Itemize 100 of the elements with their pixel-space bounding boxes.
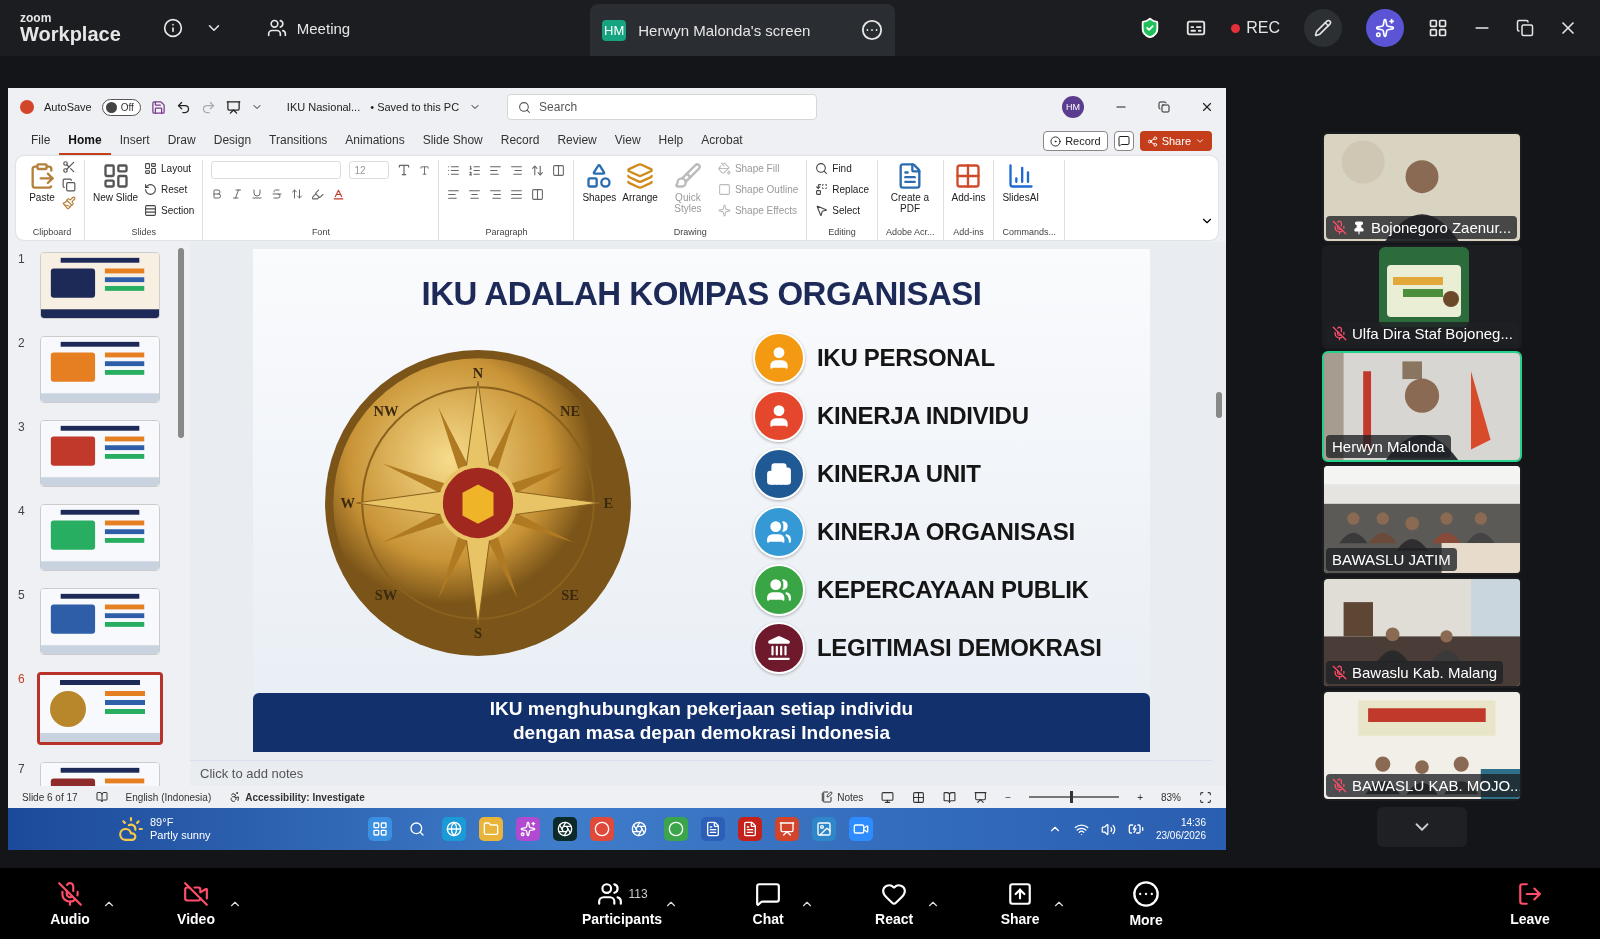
ribbon-button[interactable]: Reset <box>144 181 195 198</box>
columns-icon[interactable] <box>552 163 566 177</box>
video-tile[interactable]: BAWASLU KAB. MOJO... <box>1322 690 1522 801</box>
fit-icon[interactable] <box>1199 790 1212 804</box>
taskbar-app[interactable] <box>701 817 725 841</box>
layout-icon[interactable] <box>1428 18 1448 38</box>
video-tile[interactable]: BAWASLU JATIM <box>1322 464 1522 575</box>
scrollbar-thumb[interactable] <box>178 248 184 438</box>
comments-button[interactable] <box>1113 131 1134 151</box>
font-color-icon[interactable] <box>332 187 346 201</box>
copy-icon[interactable] <box>62 178 76 192</box>
restore-icon[interactable] <box>1516 19 1534 37</box>
ribbon-button[interactable]: Section <box>144 202 195 219</box>
bullets-icon[interactable] <box>447 163 461 177</box>
ribbon-button[interactable]: Select <box>815 202 869 219</box>
underline-icon[interactable] <box>251 188 264 200</box>
columns-icon[interactable] <box>531 187 545 201</box>
presentation-icon[interactable] <box>225 99 241 115</box>
restore-icon[interactable] <box>1158 101 1170 113</box>
font-grow-icon[interactable] <box>397 163 412 177</box>
align-right-icon[interactable] <box>489 187 503 201</box>
menu-tab[interactable]: Record <box>491 127 549 155</box>
normal-view-icon[interactable] <box>881 790 895 804</box>
menu-tab[interactable]: Animations <box>336 127 414 155</box>
notes-button[interactable]: Notes <box>821 791 864 803</box>
numbering-icon[interactable] <box>468 163 482 177</box>
recording-indicator[interactable]: REC <box>1231 19 1280 37</box>
book-icon[interactable] <box>95 791 108 803</box>
weather-widget[interactable]: 89°F Partly sunny <box>118 815 368 843</box>
meeting-button[interactable]: Meeting <box>266 18 351 38</box>
annotate-button[interactable] <box>1304 9 1342 47</box>
scissors-icon[interactable] <box>62 160 76 174</box>
toolbar-button[interactable]: 113 Participants <box>582 880 663 927</box>
ai-companion-button[interactable] <box>1366 9 1404 47</box>
toolbar-button[interactable]: Audio <box>40 880 100 927</box>
toolbar-button[interactable]: Share <box>990 880 1051 927</box>
zoom-in-button[interactable]: + <box>1137 791 1143 803</box>
font-name-field[interactable] <box>211 161 342 179</box>
highlighter-icon[interactable] <box>311 187 325 201</box>
menu-tab[interactable]: File <box>22 127 60 155</box>
menu-tab[interactable]: View <box>605 127 650 155</box>
strikethrough-icon[interactable] <box>271 188 284 200</box>
battery-icon[interactable] <box>1127 821 1144 837</box>
bold-icon[interactable] <box>211 188 224 200</box>
wifi-icon[interactable] <box>1073 821 1089 837</box>
video-tile[interactable]: Bojonegoro Zaenur... <box>1322 132 1522 243</box>
menu-tab[interactable]: Insert <box>110 127 159 155</box>
indent-icon[interactable] <box>510 163 524 177</box>
notes-placeholder[interactable]: Click to add notes <box>190 760 1212 786</box>
toolbar-button[interactable]: React <box>864 880 925 927</box>
align-left-icon[interactable] <box>447 187 461 201</box>
autosave-toggle[interactable]: Off <box>101 98 141 116</box>
toolbar-button[interactable]: Video <box>166 880 226 927</box>
undo-icon[interactable] <box>175 99 191 115</box>
video-tile[interactable]: Ulfa Dira Staf Bojoneg... <box>1322 245 1522 349</box>
menu-tab[interactable]: Design <box>204 127 261 155</box>
slide-thumbnail[interactable] <box>37 672 163 745</box>
language-label[interactable]: English (Indonesia) <box>125 791 212 803</box>
save-icon[interactable] <box>150 99 166 115</box>
toolbar-button[interactable]: More <box>1116 879 1177 928</box>
ribbon-button[interactable]: New Slide <box>93 160 139 203</box>
align-center-icon[interactable] <box>468 187 482 201</box>
ribbon-button[interactable]: Layout <box>144 160 195 177</box>
menu-tab[interactable]: Acrobat <box>692 127 752 155</box>
zoom-out-button[interactable]: − <box>1005 791 1012 803</box>
italic-icon[interactable] <box>231 188 244 200</box>
clock[interactable]: 14:36 23/06/2026 <box>1155 816 1206 842</box>
video-tile[interactable]: Herwyn Malonda <box>1322 351 1522 462</box>
speaker-icon[interactable] <box>1100 821 1116 837</box>
ribbon-button[interactable]: Replace <box>815 181 869 198</box>
scrollbar-thumb[interactable] <box>1216 392 1222 418</box>
indent-icon[interactable] <box>489 163 503 177</box>
slideshow-icon[interactable] <box>974 790 988 804</box>
toolbar-button[interactable]: Leave <box>1500 880 1560 927</box>
line-spacing-icon[interactable] <box>531 163 545 177</box>
ribbon-button[interactable]: Paste <box>28 160 56 203</box>
menu-tab[interactable]: Slide Show <box>413 127 492 155</box>
share-tab[interactable]: HM Herwyn Malonda's screen <box>590 4 895 56</box>
font-shrink-icon[interactable] <box>419 164 431 176</box>
accessibility-button[interactable]: Accessibility: Investigate <box>229 791 365 803</box>
menu-tab[interactable]: Draw <box>158 127 205 155</box>
ribbon-button[interactable]: Arrange <box>622 160 658 203</box>
record-button[interactable]: Record <box>1043 131 1108 151</box>
ribbon-button[interactable]: Shapes <box>582 160 617 203</box>
more-icon[interactable] <box>861 19 883 41</box>
justify-icon[interactable] <box>510 187 524 201</box>
info-icon[interactable] <box>162 18 183 38</box>
ribbon-button[interactable]: Add-ins <box>951 160 986 203</box>
menu-tab[interactable]: Review <box>548 127 606 155</box>
search-field[interactable]: Search <box>507 94 818 120</box>
account-avatar[interactable]: HM <box>1062 96 1084 118</box>
close-icon[interactable] <box>1200 100 1214 114</box>
sorter-view-icon[interactable] <box>912 790 926 804</box>
ribbon-button[interactable]: Create a PDF <box>886 160 934 214</box>
ribbon-button[interactable]: Find <box>815 160 869 177</box>
slider-thumb[interactable] <box>1069 791 1073 803</box>
reading-view-icon[interactable] <box>943 790 957 804</box>
ribbon-button[interactable]: SlidesAI <box>1002 160 1040 203</box>
spacing-icon[interactable] <box>291 188 304 200</box>
share-button[interactable]: Share <box>1139 131 1212 151</box>
